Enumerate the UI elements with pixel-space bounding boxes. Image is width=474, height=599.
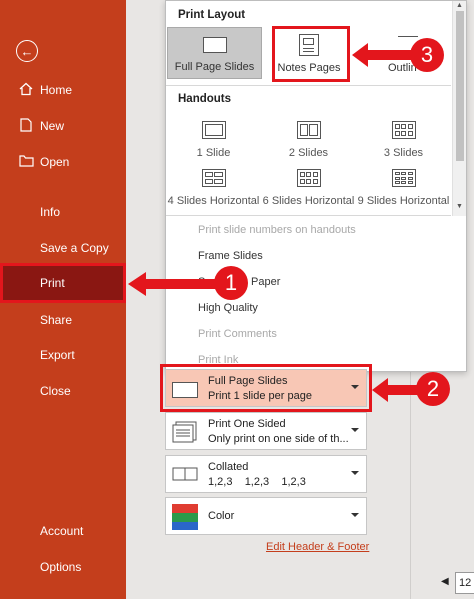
- handout-label: 1 Slide: [196, 147, 231, 159]
- color-dropdown[interactable]: Color: [165, 497, 367, 535]
- powerpoint-backstage-print: ← Home New Open Info Save a Copy Print S…: [0, 0, 474, 599]
- handout-4-slides-horizontal[interactable]: 4 Slides Horizontal: [166, 169, 261, 211]
- high-quality-option[interactable]: High Quality: [198, 302, 258, 314]
- handout-1-slide[interactable]: 1 Slide: [166, 121, 261, 163]
- handout-6-slides-horizontal[interactable]: 6 Slides Horizontal: [261, 169, 356, 211]
- layout-dropdown[interactable]: Full Page Slides Print 1 slide per page: [160, 364, 372, 412]
- sidebar-item-label: Print: [40, 276, 65, 290]
- callout-arrow-icon: [128, 272, 228, 296]
- page-number-input[interactable]: 12: [455, 572, 474, 594]
- layout-full-page-slides[interactable]: Full Page Slides: [167, 27, 262, 79]
- scroll-thumb[interactable]: [456, 11, 464, 161]
- sidebar-item-new[interactable]: New: [0, 108, 126, 144]
- handout-label: 3 Slides: [383, 147, 424, 159]
- sidebar-item-label: Export: [40, 348, 75, 362]
- handout-label: 4 Slides Horizontal: [167, 195, 260, 207]
- sidebar-item-label: Share: [40, 313, 73, 327]
- sidebar-item-info[interactable]: Info: [0, 194, 126, 230]
- menu-separator: [166, 215, 451, 216]
- frame-slides-option[interactable]: Frame Slides: [198, 250, 263, 262]
- sidebar-item-label: Home: [40, 83, 73, 97]
- handout-label: 9 Slides Horizontal: [357, 195, 450, 207]
- sidebar-item-label: Close: [40, 384, 71, 398]
- collate-dropdown-desc: 1,2,3 1,2,3 1,2,3: [208, 476, 306, 488]
- scroll-up-icon[interactable]: ▲: [456, 2, 463, 9]
- chevron-down-icon: [351, 471, 359, 475]
- backstage-sidebar: ← Home New Open Info Save a Copy Print S…: [0, 0, 126, 599]
- home-icon: [18, 81, 34, 97]
- menu-separator: [166, 85, 451, 86]
- sidebar-item-share[interactable]: Share: [0, 302, 126, 338]
- sidebar-item-options[interactable]: Options: [0, 549, 126, 585]
- layout-dropdown-title: Full Page Slides: [208, 375, 288, 387]
- handout-3-slides[interactable]: 3 Slides: [356, 121, 451, 163]
- print-comments-option: Print Comments: [198, 328, 277, 340]
- sidebar-item-print[interactable]: Print: [0, 263, 126, 303]
- sidebar-item-open[interactable]: Open: [0, 144, 126, 180]
- print-layout-heading: Print Layout: [178, 9, 246, 21]
- full-page-slide-icon: [202, 37, 227, 53]
- print-ink-option: Print Ink: [198, 354, 239, 366]
- handouts-heading: Handouts: [178, 93, 232, 105]
- chevron-down-icon: [351, 428, 359, 432]
- sidebar-item-label: Account: [40, 524, 84, 538]
- scale-to-fit-paper-label[interactable]: Paper: [251, 276, 280, 288]
- handout-label: 6 Slides Horizontal: [262, 195, 355, 207]
- previous-page-icon[interactable]: ◀: [441, 576, 449, 587]
- layout-label: Full Page Slides: [174, 61, 255, 73]
- sidebar-item-label: New: [40, 119, 65, 133]
- color-swatch-icon: [172, 504, 198, 530]
- collated-icon: [172, 467, 198, 481]
- sidebar-item-home[interactable]: Home: [0, 72, 126, 108]
- menu-scrollbar[interactable]: ▲ ▼: [452, 1, 466, 216]
- sidebar-item-label: Info: [40, 205, 61, 219]
- sidebar-item-label: Options: [40, 560, 82, 574]
- sidebar-item-account[interactable]: Account: [0, 513, 126, 549]
- sides-dropdown-desc: Only print on one side of th...: [208, 433, 349, 445]
- handout-2-slides[interactable]: 2 Slides: [261, 121, 356, 163]
- chevron-down-icon: [351, 385, 359, 389]
- scroll-down-icon[interactable]: ▼: [456, 203, 463, 210]
- callout-badge-1: 1: [214, 266, 248, 300]
- collate-dropdown[interactable]: Collated 1,2,3 1,2,3 1,2,3: [165, 455, 367, 493]
- sides-dropdown-title: Print One Sided: [208, 418, 286, 430]
- six-slides-icon: [296, 169, 321, 187]
- print-slide-numbers-option: Print slide numbers on handouts: [198, 224, 356, 236]
- sides-dropdown[interactable]: Print One Sided Only print on one side o…: [165, 412, 367, 450]
- sidebar-item-save-a-copy[interactable]: Save a Copy: [0, 230, 126, 266]
- callout-arrow-icon: [372, 378, 422, 402]
- handout-label: 2 Slides: [288, 147, 329, 159]
- four-slides-icon: [201, 169, 226, 187]
- one-slide-icon: [201, 121, 226, 139]
- color-dropdown-title: Color: [208, 510, 235, 522]
- callout-arrow-icon: [352, 43, 414, 67]
- notes-pages-highlight: [272, 26, 350, 82]
- callout-badge-3: 3: [410, 38, 444, 72]
- sidebar-item-label: Save a Copy: [40, 241, 109, 255]
- sidebar-item-close[interactable]: Close: [0, 373, 126, 409]
- new-document-icon: [18, 117, 34, 133]
- chevron-down-icon: [351, 513, 359, 517]
- one-sided-icon: [172, 421, 198, 443]
- folder-icon: [18, 153, 34, 169]
- full-page-slide-icon: [172, 382, 198, 398]
- three-slides-icon: [391, 121, 416, 139]
- nine-slides-icon: [391, 169, 416, 187]
- edit-header-footer-link[interactable]: Edit Header & Footer: [266, 541, 369, 553]
- collate-dropdown-title: Collated: [208, 461, 249, 473]
- two-slides-icon: [296, 121, 321, 139]
- handout-9-slides-horizontal[interactable]: 9 Slides Horizontal: [356, 169, 451, 211]
- sidebar-item-label: Open: [40, 155, 70, 169]
- layout-dropdown-desc: Print 1 slide per page: [208, 390, 312, 402]
- back-arrow-icon[interactable]: ←: [16, 40, 38, 62]
- callout-badge-2: 2: [416, 372, 450, 406]
- sidebar-item-export[interactable]: Export: [0, 337, 126, 373]
